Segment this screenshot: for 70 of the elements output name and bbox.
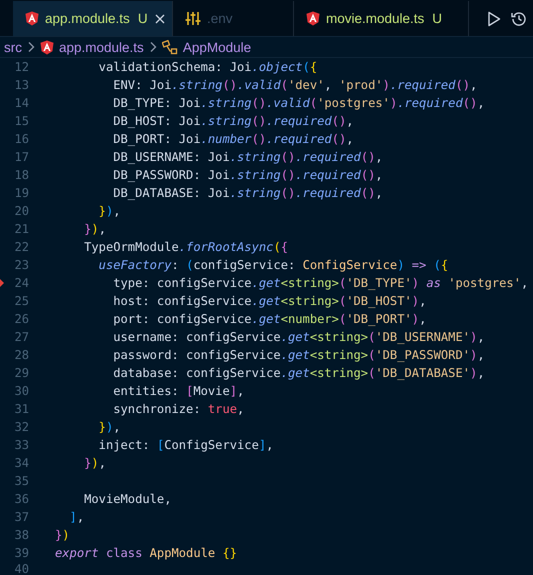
line-number: 34 — [13, 455, 29, 472]
history-icon[interactable] — [511, 10, 527, 26]
code-line: database: configService.get<string>('DB_DATABASE'), — [112, 365, 485, 382]
line-number: 31 — [13, 401, 29, 418]
line-number: 22 — [13, 239, 29, 256]
code-line: inject: [ConfigService], — [98, 437, 274, 454]
symbol-icon — [162, 40, 178, 54]
line-number: 23 — [13, 257, 29, 274]
close-icon[interactable] — [154, 12, 166, 24]
line-number: 33 — [13, 437, 29, 454]
line-number: 37 — [13, 509, 29, 526]
line-number: 18 — [13, 167, 29, 184]
code-line: DB_PORT: Joi.number().required(), — [112, 131, 354, 148]
line-number: 36 — [13, 491, 29, 508]
line-number: 19 — [13, 185, 29, 202]
line-number: 38 — [13, 527, 29, 544]
code-line: }), — [83, 221, 106, 238]
line-number: 39 — [13, 545, 29, 562]
code-line: }), — [98, 203, 121, 220]
code-line: DB_USERNAME: Joi.string().required(), — [112, 149, 383, 166]
line-number: 29 — [13, 365, 29, 382]
line-number: 20 — [13, 203, 29, 220]
line-number: 21 — [13, 221, 29, 238]
shield-icon — [25, 11, 39, 26]
code-line: export class AppModule {} — [55, 545, 238, 562]
line-number: 14 — [13, 95, 29, 112]
code-line: host: configService.get<string>('DB_HOST'), — [112, 293, 426, 310]
sliders-icon — [185, 11, 201, 26]
code-line: ], — [68, 509, 84, 526]
line-number: 16 — [13, 131, 29, 148]
line-number: 30 — [13, 383, 29, 400]
line-number: 15 — [13, 113, 29, 130]
code-line: TypeOrmModule.forRootAsync({ — [83, 239, 288, 256]
line-number: 27 — [13, 329, 29, 346]
line-number: 28 — [13, 347, 29, 364]
code-line: type: configService.get<string>('DB_TYPE') as 'postgres', — [112, 275, 528, 292]
code-line: }), — [98, 419, 121, 436]
line-number: 26 — [13, 311, 29, 328]
code-line: MovieModule, — [83, 491, 172, 508]
shield-icon — [40, 40, 54, 54]
line-number: 35 — [13, 473, 29, 490]
line-number: 24 — [13, 275, 29, 292]
line-number: 12 — [13, 59, 29, 76]
code-line: DB_PASSWORD: Joi.string().required(), — [112, 167, 383, 184]
code-line: synchronize: true, — [112, 401, 244, 418]
line-number: 32 — [13, 419, 29, 436]
code-line: validationSchema: Joi.object({ — [98, 59, 318, 76]
code-line: DB_HOST: Joi.string().required(), — [112, 113, 354, 130]
code-line: port: configService.get<number>('DB_PORT'), — [112, 311, 426, 328]
code-line: entities: [Movie], — [112, 383, 244, 400]
chevron-icon — [27, 41, 35, 53]
chevron-icon — [148, 41, 157, 53]
line-number: 25 — [13, 293, 29, 310]
code-line: }), — [83, 455, 106, 472]
breadcrumb-item[interactable]: AppModule — [182, 40, 252, 54]
code-line: username: configService.get<string>('DB_USERNAME'), — [112, 329, 485, 346]
code-line: ENV: Joi.string().valid('dev', 'prod').required(), — [112, 77, 478, 94]
code-line: DB_TYPE: Joi.string().valid('postgres').required(), — [112, 95, 485, 112]
breadcrumb-item[interactable]: app.module.ts — [59, 40, 144, 54]
code-line: useFactory: (configService: ConfigService) => ({ — [98, 257, 448, 274]
play-icon[interactable] — [487, 10, 501, 26]
code-line: }) — [55, 527, 70, 544]
line-number: 17 — [13, 149, 29, 166]
code-line: password: configService.get<string>('DB_PASSWORD'), — [112, 347, 485, 364]
breadcrumb-item[interactable]: src — [4, 40, 22, 54]
code-line: DB_DATABASE: Joi.string().required(), — [112, 185, 383, 202]
line-number: 13 — [13, 77, 29, 94]
shield-icon — [306, 11, 320, 26]
editor-tab[interactable]: app.module.ts U — [13, 1, 173, 36]
line-number: 40 — [13, 562, 29, 575]
